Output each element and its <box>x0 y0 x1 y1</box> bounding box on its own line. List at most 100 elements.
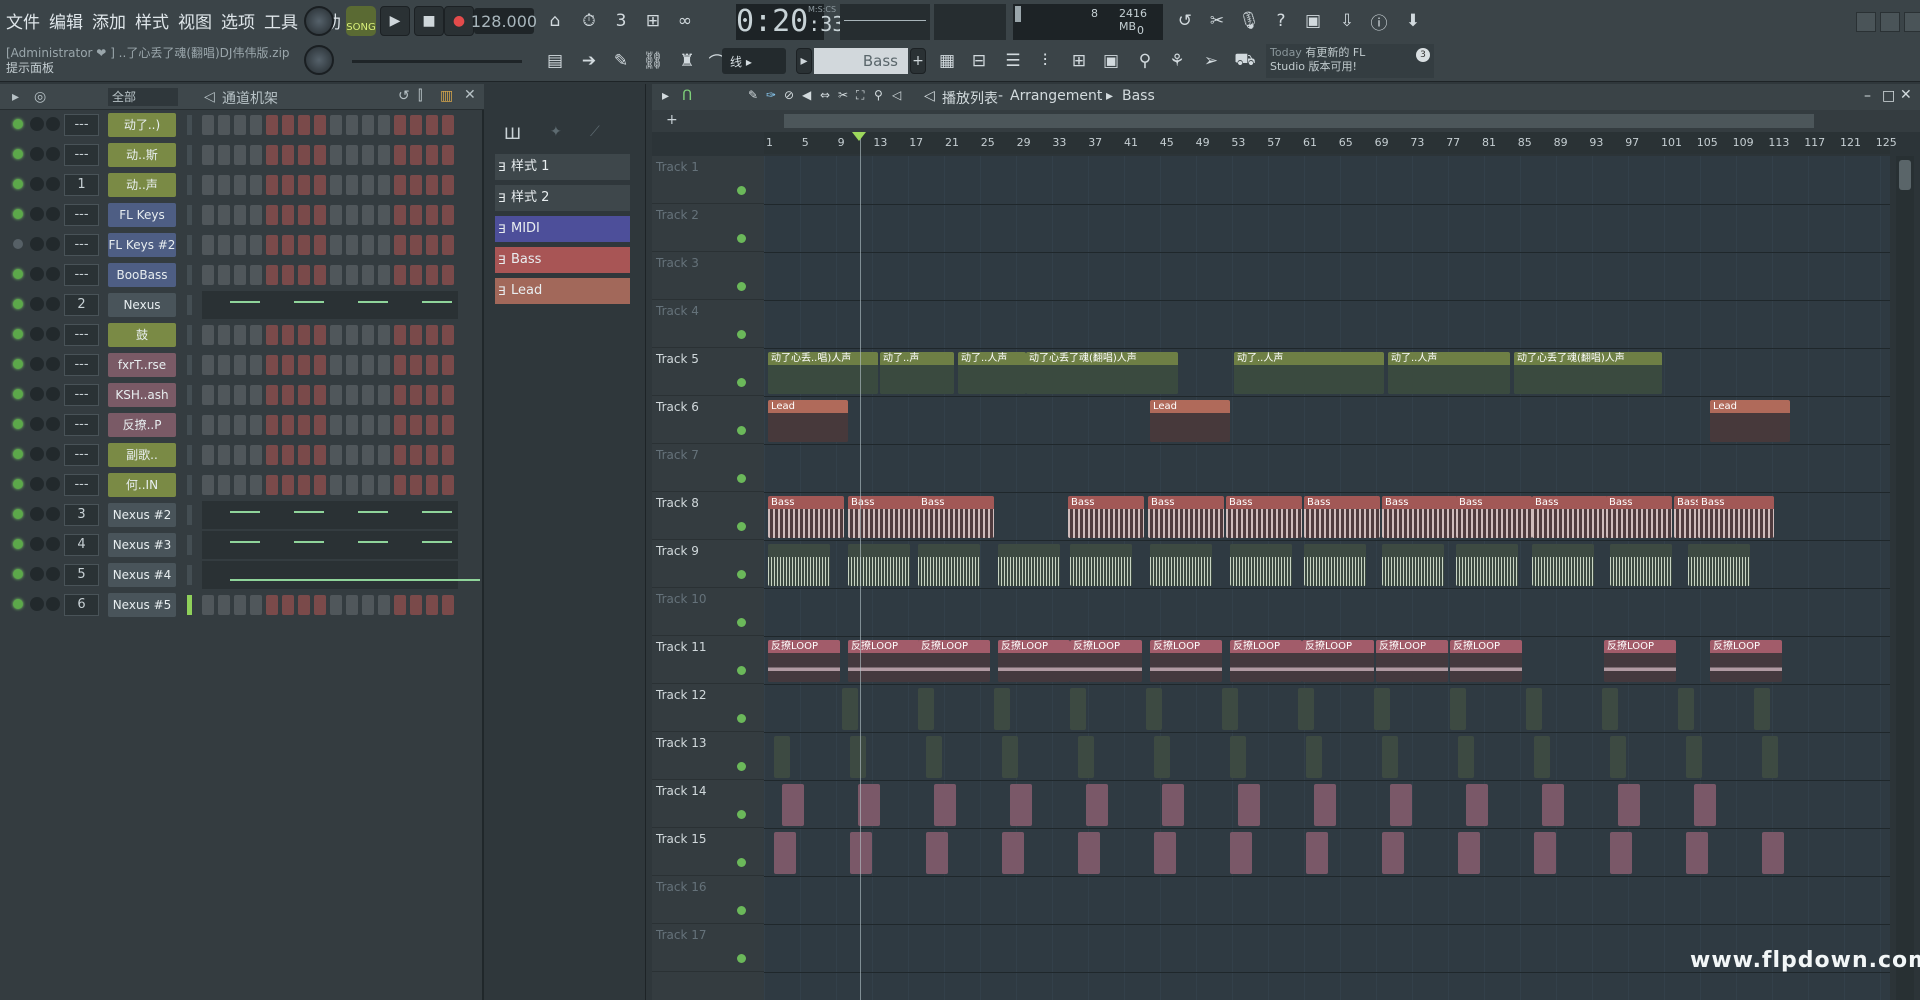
step-button[interactable] <box>282 445 294 465</box>
track-header[interactable]: Track 8 <box>652 492 764 540</box>
step-button[interactable] <box>362 145 374 165</box>
channel-volume-knob[interactable] <box>46 207 60 221</box>
channel-mute-led[interactable] <box>13 599 23 609</box>
slice-tool-icon[interactable]: ✂ <box>838 88 848 102</box>
step-button[interactable] <box>394 145 406 165</box>
delete-tool-icon[interactable]: ⊘ <box>784 88 794 102</box>
playlist-clip[interactable]: Bass <box>1456 496 1532 538</box>
step-button[interactable] <box>426 415 438 435</box>
track-mute-led[interactable] <box>737 762 746 771</box>
step-button[interactable] <box>378 205 390 225</box>
step-button[interactable] <box>282 235 294 255</box>
piano-roll-preview[interactable] <box>202 291 458 319</box>
channel-mixer-track[interactable]: 6 <box>64 594 99 616</box>
step-button[interactable] <box>410 445 422 465</box>
mute-tool-icon[interactable]: ◀ <box>802 88 811 102</box>
step-button[interactable] <box>378 325 390 345</box>
step-button[interactable] <box>410 205 422 225</box>
menu-file[interactable]: 文件 <box>6 8 40 33</box>
step-button[interactable] <box>314 205 326 225</box>
slip-tool-icon[interactable]: ⇔ <box>820 88 830 102</box>
track-header[interactable]: Track 13 <box>652 732 764 780</box>
channel-select[interactable] <box>187 175 192 195</box>
fx-clip[interactable] <box>1466 784 1488 826</box>
step-button[interactable] <box>314 415 326 435</box>
loop-record-icon[interactable]: ∞ <box>670 6 700 36</box>
channel-name-button[interactable]: 动..声 <box>108 173 176 197</box>
channel-select[interactable] <box>187 415 192 435</box>
step-button[interactable] <box>362 595 374 615</box>
step-button[interactable] <box>410 355 422 375</box>
pattern-item[interactable]: ∃ 样式 1 <box>495 154 630 180</box>
step-button[interactable] <box>282 265 294 285</box>
playlist-clip[interactable]: 动了..人声 <box>1388 352 1510 394</box>
channel-name-button[interactable]: fxrT..rse <box>108 353 176 377</box>
step-button[interactable] <box>266 355 278 375</box>
step-button[interactable] <box>362 325 374 345</box>
fx-clip[interactable] <box>774 832 796 874</box>
playlist-clip[interactable]: 反撩LOOP <box>1450 640 1522 682</box>
fx-clip[interactable] <box>918 688 934 730</box>
piano-roll-preview[interactable] <box>202 531 458 559</box>
playlist-clip[interactable]: 反撩LOOP <box>998 640 1070 682</box>
step-button[interactable] <box>234 595 246 615</box>
step-button[interactable] <box>298 415 310 435</box>
step-button[interactable] <box>282 325 294 345</box>
fx-clip[interactable] <box>1374 688 1390 730</box>
playhead-marker-icon[interactable] <box>852 132 866 141</box>
playlist-clip[interactable]: 反撩LOOP <box>1150 640 1222 682</box>
step-button[interactable] <box>426 475 438 495</box>
pattern-item[interactable]: ∃ 样式 2 <box>495 185 630 211</box>
step-button[interactable] <box>298 265 310 285</box>
channel-mute-led[interactable] <box>13 359 23 369</box>
channel-name-button[interactable]: Nexus #3 <box>108 533 176 557</box>
help-icon[interactable]: ? <box>1266 6 1296 36</box>
countdown-icon[interactable]: 3 <box>606 6 636 36</box>
channel-volume-knob[interactable] <box>46 387 60 401</box>
step-button[interactable] <box>346 235 358 255</box>
step-button[interactable] <box>410 325 422 345</box>
add-pattern-button[interactable]: + <box>910 48 926 74</box>
channel-name-button[interactable]: 鼓 <box>108 323 176 347</box>
piano-roll-preview[interactable] <box>202 501 458 529</box>
step-button[interactable] <box>234 325 246 345</box>
fx-clip[interactable] <box>850 736 866 778</box>
step-button[interactable] <box>394 475 406 495</box>
track-header[interactable]: Track 5 <box>652 348 764 396</box>
fx-clip[interactable] <box>1754 688 1770 730</box>
link-icon[interactable]: ⛓ <box>638 46 668 76</box>
step-button[interactable] <box>250 265 262 285</box>
fx-clip[interactable] <box>1298 688 1314 730</box>
playlist-clip[interactable]: 反撩LOOP <box>1604 640 1676 682</box>
step-button[interactable] <box>298 445 310 465</box>
track-mute-led[interactable] <box>737 906 746 915</box>
step-button[interactable] <box>442 415 454 435</box>
step-button[interactable] <box>346 205 358 225</box>
step-button[interactable] <box>282 145 294 165</box>
channel-pan-knob[interactable] <box>30 147 44 161</box>
track-header[interactable]: Track 11 <box>652 636 764 684</box>
step-button[interactable] <box>410 115 422 135</box>
step-button[interactable] <box>362 235 374 255</box>
playlist-maximize-icon[interactable]: □ <box>1882 88 1895 104</box>
fx-clip[interactable] <box>1078 736 1094 778</box>
master-volume-knob[interactable] <box>304 6 334 36</box>
channel-name-button[interactable]: FL Keys #2 <box>108 233 176 257</box>
step-button[interactable] <box>314 355 326 375</box>
step-button[interactable] <box>298 385 310 405</box>
step-button[interactable] <box>250 205 262 225</box>
step-button[interactable] <box>234 205 246 225</box>
step-button[interactable] <box>234 115 246 135</box>
step-button[interactable] <box>266 145 278 165</box>
track-mute-led[interactable] <box>737 954 746 963</box>
track-header[interactable]: Track 15 <box>652 828 764 876</box>
step-button[interactable] <box>218 595 230 615</box>
step-button[interactable] <box>394 355 406 375</box>
channel-mixer-track[interactable]: --- <box>64 204 99 226</box>
playlist-clip[interactable]: Bass <box>1532 496 1608 538</box>
menu-tools[interactable]: 工具 <box>264 8 298 33</box>
channel-name-button[interactable]: 副歌.. <box>108 443 176 467</box>
menu-view[interactable]: 视图 <box>178 8 212 33</box>
step-button[interactable] <box>314 475 326 495</box>
playlist-clip[interactable]: 反撩LOOP <box>1710 640 1782 682</box>
